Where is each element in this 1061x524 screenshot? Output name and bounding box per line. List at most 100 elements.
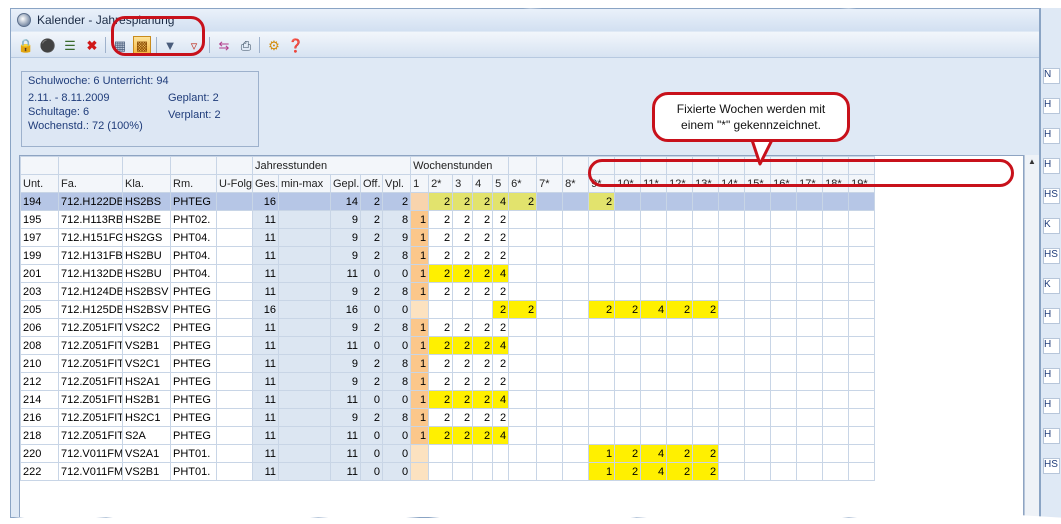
table-row[interactable]: 203712.H124DBSHS2BSVPHTEG1192812222	[20, 282, 876, 301]
table-cell[interactable]	[640, 228, 668, 247]
table-cell[interactable]	[508, 444, 538, 463]
column-header[interactable]: 6*	[508, 174, 538, 193]
table-cell[interactable]	[822, 462, 850, 481]
table-cell[interactable]	[536, 300, 564, 319]
column-header[interactable]: Kla.	[122, 174, 171, 193]
scroll-up-icon[interactable]: ▲	[1028, 157, 1036, 166]
table-cell[interactable]	[410, 444, 430, 463]
table-cell[interactable]	[508, 228, 538, 247]
table-cell[interactable]	[692, 426, 720, 445]
table-cell[interactable]	[744, 282, 772, 301]
table-cell[interactable]: 2	[360, 210, 383, 229]
table-cell[interactable]: HS2BU	[122, 264, 171, 283]
table-cell[interactable]	[692, 210, 720, 229]
table-cell[interactable]	[744, 390, 772, 409]
table-cell[interactable]: 8	[381, 210, 412, 229]
table-cell[interactable]: 712.Z051FIT	[58, 336, 123, 355]
table-cell[interactable]	[770, 444, 798, 463]
table-cell[interactable]	[278, 210, 331, 229]
table-cell[interactable]	[640, 264, 668, 283]
table-cell[interactable]	[822, 444, 850, 463]
table-cell[interactable]	[278, 264, 331, 283]
table-cell[interactable]: 218	[20, 426, 59, 445]
table-cell[interactable]: 2	[472, 390, 494, 409]
table-cell[interactable]	[822, 354, 850, 373]
table-cell[interactable]: 0	[360, 462, 383, 481]
table-cell[interactable]: 16	[330, 300, 361, 319]
table-cell[interactable]	[718, 444, 746, 463]
table-cell[interactable]: 2	[492, 318, 510, 337]
table-cell[interactable]	[718, 354, 746, 373]
table-cell[interactable]	[562, 372, 590, 391]
table-cell[interactable]	[536, 354, 564, 373]
table-cell[interactable]	[508, 318, 538, 337]
table-cell[interactable]	[666, 390, 694, 409]
table-cell[interactable]: PHT02.	[170, 210, 217, 229]
table-cell[interactable]	[848, 318, 876, 337]
table-cell[interactable]	[508, 372, 538, 391]
table-cell[interactable]	[718, 372, 746, 391]
table-row[interactable]: 216 712.Z051FIT HS2C1 PHTEG 11 9 2 8 1 2 2 2 2	[20, 408, 876, 427]
table-cell[interactable]: 8	[381, 354, 412, 373]
table-cell[interactable]	[614, 390, 642, 409]
table-cell[interactable]: 11	[330, 444, 361, 463]
table-cell[interactable]: 2	[452, 426, 474, 445]
table-cell[interactable]: 9	[381, 228, 412, 247]
vertical-scrollbar[interactable]: ▲	[1024, 155, 1039, 517]
table-cell[interactable]	[666, 246, 694, 265]
table-cell[interactable]: 2	[614, 462, 642, 481]
table-cell[interactable]	[278, 246, 331, 265]
column-header[interactable]: Unt.	[20, 174, 59, 193]
table-cell[interactable]: 2	[472, 318, 494, 337]
table-cell[interactable]	[796, 318, 824, 337]
table-cell[interactable]: 205	[20, 300, 59, 319]
table-cell[interactable]	[666, 336, 694, 355]
table-cell[interactable]: 2	[666, 462, 694, 481]
column-header[interactable]: Ges.	[252, 174, 279, 193]
table-cell[interactable]	[770, 192, 798, 211]
table-cell[interactable]: 4	[640, 462, 668, 481]
table-cell[interactable]: 2	[614, 444, 642, 463]
table-cell[interactable]: PHTEG	[170, 426, 217, 445]
table-cell[interactable]	[216, 462, 253, 481]
table-cell[interactable]: 0	[381, 390, 412, 409]
table-cell[interactable]: 4	[640, 444, 668, 463]
table-cell[interactable]: 9	[330, 372, 361, 391]
table-cell[interactable]	[588, 390, 616, 409]
table-cell[interactable]: 11	[252, 264, 279, 283]
table-cell[interactable]	[428, 444, 454, 463]
table-cell[interactable]: 2	[428, 426, 454, 445]
table-cell[interactable]: 2	[692, 300, 720, 319]
table-cell[interactable]	[796, 354, 824, 373]
column-header[interactable]: 1	[410, 174, 430, 193]
table-cell[interactable]: 2	[492, 228, 510, 247]
table-cell[interactable]	[536, 210, 564, 229]
table-cell[interactable]: 9	[330, 210, 361, 229]
table-cell[interactable]: 2	[381, 192, 412, 211]
table-cell[interactable]	[640, 246, 668, 265]
table-cell[interactable]	[588, 372, 616, 391]
table-cell[interactable]	[562, 462, 590, 481]
table-cell[interactable]: PHTEG	[170, 372, 217, 391]
table-cell[interactable]: PHT01.	[170, 462, 217, 481]
table-cell[interactable]: 2	[472, 408, 494, 427]
table-cell[interactable]	[536, 444, 564, 463]
table-cell[interactable]: PHTEG	[170, 336, 217, 355]
table-cell[interactable]	[822, 426, 850, 445]
table-cell[interactable]	[562, 408, 590, 427]
table-cell[interactable]: 712.Z051FIT	[58, 390, 123, 409]
table-cell[interactable]	[848, 408, 876, 427]
table-cell[interactable]	[848, 336, 876, 355]
delete-icon[interactable]: ✖	[83, 36, 101, 54]
table-cell[interactable]	[744, 300, 772, 319]
table-cell[interactable]	[822, 264, 850, 283]
table-cell[interactable]	[216, 318, 253, 337]
table-cell[interactable]: PHT04.	[170, 264, 217, 283]
table-cell[interactable]: 2	[360, 192, 383, 211]
table-cell[interactable]: PHT04.	[170, 246, 217, 265]
table-cell[interactable]	[472, 444, 494, 463]
table-cell[interactable]	[666, 264, 694, 283]
table-cell[interactable]	[770, 336, 798, 355]
table-cell[interactable]	[770, 210, 798, 229]
table-cell[interactable]: 210	[20, 354, 59, 373]
